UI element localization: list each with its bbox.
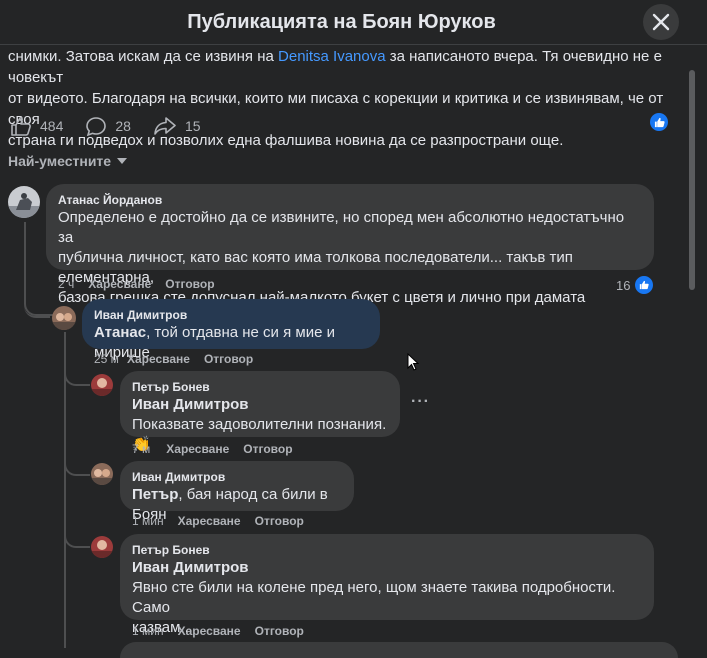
thread-connector	[24, 284, 54, 316]
comment-author[interactable]: Атанас Йорданов	[58, 192, 642, 208]
comment-sort-dropdown[interactable]: Най-уместните	[8, 153, 128, 169]
close-button[interactable]	[643, 4, 679, 40]
comment-text-line: Явно сте били на колене пред него, щом з…	[132, 579, 616, 616]
comment-icon	[86, 117, 107, 136]
comment-action[interactable]: 28	[85, 116, 131, 136]
thumbs-up-icon	[654, 117, 665, 127]
sort-label: Най-уместните	[8, 153, 112, 169]
comment-time[interactable]: 1 мин	[132, 624, 164, 638]
comment-actions: 1 мин Харесване Отговор	[132, 514, 318, 528]
comment-time[interactable]: 7 м	[132, 442, 150, 456]
reply-button[interactable]: Отговор	[243, 442, 292, 456]
like-button[interactable]: Харесване	[166, 442, 229, 456]
thumbs-up-icon	[633, 274, 656, 296]
comment-time[interactable]: 1 мин	[132, 514, 164, 528]
comment-bubble: Атанас Йорданов Определено е достойно да…	[46, 184, 654, 306]
comment-author[interactable]: Петър Бонев	[132, 379, 388, 395]
close-icon	[652, 13, 670, 31]
comment-like-count[interactable]: 16	[616, 274, 656, 296]
reply-button[interactable]: Отговор	[255, 514, 304, 528]
share-action[interactable]: 15	[153, 116, 201, 136]
thread-connector	[64, 452, 90, 476]
mention-tag[interactable]: Иван Димитров	[132, 395, 388, 415]
like-button[interactable]: Харесване	[178, 514, 241, 528]
avatar[interactable]	[91, 536, 113, 558]
caret-down-icon	[117, 158, 128, 164]
comment-actions: 2 ч Харесване Отговор	[58, 277, 229, 291]
comment-author[interactable]: Петър Бонев	[132, 542, 642, 558]
mention-tag[interactable]: Петър	[132, 486, 178, 503]
reply-button[interactable]: Отговор	[165, 277, 214, 291]
share-icon	[154, 117, 176, 135]
comment-count: 28	[115, 118, 131, 134]
avatar[interactable]	[52, 306, 76, 330]
like-button[interactable]: Харесване	[127, 352, 190, 366]
like-button[interactable]: Харесване	[178, 624, 241, 638]
thread-connector	[64, 524, 90, 548]
comment-actions: 7 м Харесване Отговор	[132, 442, 307, 456]
comment-bubble-partial	[120, 642, 678, 658]
avatar[interactable]	[91, 463, 113, 485]
thumbs-up-icon	[11, 117, 31, 136]
comment-actions: 25 м Харесване Отговор	[94, 352, 267, 366]
comment-bubble: Петър Бонев Иван Димитров Показвате задо…	[120, 371, 400, 453]
mention-link[interactable]: Denitsa Ivanova	[278, 48, 386, 65]
reactions-bar: 484 28 15	[10, 113, 690, 139]
like-count: 484	[40, 118, 64, 134]
thread-connector	[64, 362, 90, 386]
comment-text-line: Определено е достойно да се извините, но…	[58, 209, 625, 246]
comment-bubble: Иван Димитров Атанас, той отдавна не си …	[82, 299, 380, 361]
like-action[interactable]: 484	[10, 116, 63, 136]
comment-bubble: Иван Димитров Петър, бая народ са били в…	[120, 461, 354, 523]
avatar[interactable]	[8, 186, 40, 218]
mention-tag[interactable]: Атанас	[94, 324, 146, 341]
avatar[interactable]	[91, 374, 113, 396]
reply-button[interactable]: Отговор	[255, 624, 304, 638]
comment-bubble: Петър Бонев Иван Димитров Явно сте били …	[120, 534, 654, 636]
mention-tag[interactable]: Иван Димитров	[132, 558, 642, 578]
comment-author[interactable]: Иван Димитров	[94, 307, 368, 323]
like-button[interactable]: Харесване	[88, 277, 151, 291]
comment-actions: 1 мин Харесване Отговор	[132, 624, 318, 638]
comment-time[interactable]: 2 ч	[58, 277, 74, 291]
post-line-1: снимки. Затова искам да се извиня на Den…	[8, 48, 662, 86]
more-options-icon[interactable]: ···	[411, 393, 430, 411]
like-reaction-badge[interactable]	[650, 113, 668, 131]
reply-button[interactable]: Отговор	[204, 352, 253, 366]
dialog-title: Публикацията на Боян Юруков	[187, 10, 496, 33]
scrollbar[interactable]	[689, 70, 695, 290]
mouse-cursor-icon	[407, 352, 420, 375]
dialog-header: Публикацията на Боян Юруков	[0, 0, 707, 45]
share-count: 15	[184, 118, 201, 134]
comment-time[interactable]: 25 м	[94, 352, 119, 366]
comment-author[interactable]: Иван Димитров	[132, 469, 342, 485]
